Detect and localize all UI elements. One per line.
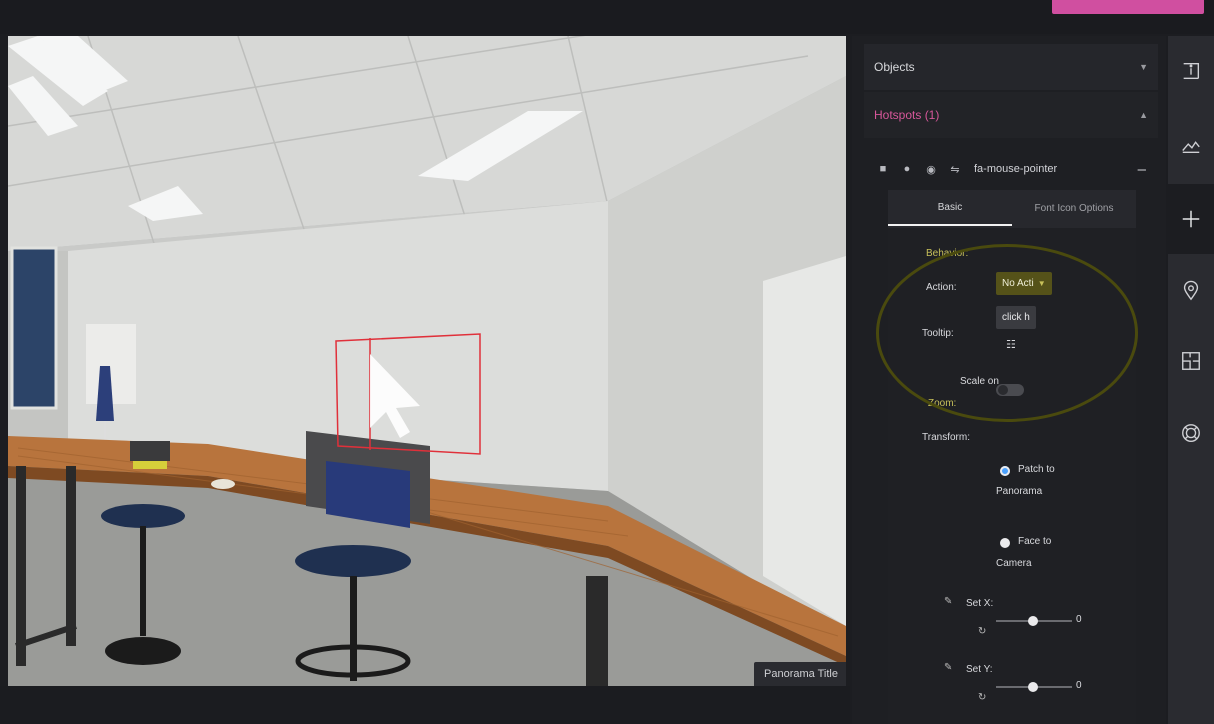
reset-icon[interactable]: ↻ — [978, 692, 986, 703]
bottom-bar — [0, 686, 850, 724]
document-icon[interactable]: ☷ — [1006, 338, 1016, 351]
sety-slider-knob[interactable] — [1028, 682, 1038, 692]
panorama-viewport[interactable]: Panorama Title — [8, 36, 846, 686]
patch-to-label: Patch to — [1018, 464, 1055, 475]
panorama-label: Panorama — [996, 486, 1043, 497]
chevron-down-icon: ▼ — [1037, 279, 1046, 288]
objects-accordion[interactable]: Objects ▼ — [864, 44, 1158, 90]
lifebuoy-icon[interactable] — [1168, 398, 1214, 468]
link-icon[interactable]: ⇋ — [948, 163, 962, 176]
setx-value: 0 — [1076, 614, 1082, 625]
sety-label: Set Y: — [966, 664, 993, 675]
action-select-value: No Acti — [1002, 278, 1034, 289]
chevron-up-icon: ▲ — [1139, 110, 1148, 120]
top-bar — [0, 0, 1214, 34]
hotspot-name: fa-mouse-pointer — [974, 163, 1058, 175]
plus-icon[interactable] — [1168, 184, 1214, 254]
sety-value: 0 — [1076, 680, 1082, 691]
scale-on-zoom-toggle[interactable] — [996, 384, 1024, 396]
pencil-icon[interactable]: ✎ — [944, 596, 952, 607]
zoom-label: Zoom: — [928, 398, 957, 409]
floorplan-icon[interactable] — [1168, 326, 1214, 396]
hotspots-accordion[interactable]: Hotspots (1) ▲ — [864, 92, 1158, 138]
tab-font-icon-options[interactable]: Font Icon Options — [1012, 190, 1136, 226]
reset-icon[interactable]: ↻ — [978, 626, 986, 637]
hotspot-list-item[interactable]: ■ ● ◉ ⇋ fa-mouse-pointer – — [876, 150, 1146, 188]
setx-label: Set X: — [966, 598, 994, 609]
info-icon[interactable] — [1168, 36, 1214, 106]
copy-icon[interactable]: ● — [900, 163, 914, 175]
chevron-down-icon: ▼ — [1139, 62, 1148, 72]
action-label: Action: — [926, 282, 957, 293]
tooltip-label: Tooltip: — [922, 328, 954, 339]
pencil-icon[interactable]: ✎ — [944, 662, 952, 673]
eye-icon[interactable]: ◉ — [924, 163, 938, 176]
action-select[interactable]: No Acti ▼ — [996, 272, 1052, 295]
panorama-scene — [8, 36, 846, 686]
image-icon[interactable] — [1168, 110, 1214, 180]
hotspot-editor: Basic Font Icon Options Behavior: Action… — [888, 190, 1136, 724]
scale-on-label: Scale on — [960, 376, 999, 387]
tooltip-input[interactable]: click h — [996, 306, 1036, 329]
patch-to-panorama-radio[interactable] — [1000, 466, 1010, 476]
face-to-camera-radio[interactable] — [1000, 538, 1010, 548]
trash-icon[interactable]: ■ — [876, 163, 890, 175]
icon-rail — [1168, 36, 1214, 724]
objects-header-label: Objects — [874, 60, 915, 74]
top-accent-button[interactable] — [1052, 0, 1204, 14]
editor-body: Behavior: Action: No Acti ▼ Tooltip: clic… — [888, 228, 1136, 724]
tab-basic[interactable]: Basic — [888, 190, 1012, 226]
face-to-label: Face to — [1018, 536, 1052, 547]
camera-label: Camera — [996, 558, 1032, 569]
hotspots-header-label: Hotspots (1) — [874, 108, 940, 122]
behavior-label: Behavior: — [926, 248, 969, 259]
editor-tabs: Basic Font Icon Options — [888, 190, 1136, 226]
location-pin-icon[interactable] — [1168, 256, 1214, 326]
panorama-title[interactable]: Panorama Title — [754, 662, 846, 686]
setx-slider-knob[interactable] — [1028, 616, 1038, 626]
transform-label: Transform: — [922, 432, 970, 443]
collapse-icon[interactable]: – — [1138, 161, 1146, 178]
